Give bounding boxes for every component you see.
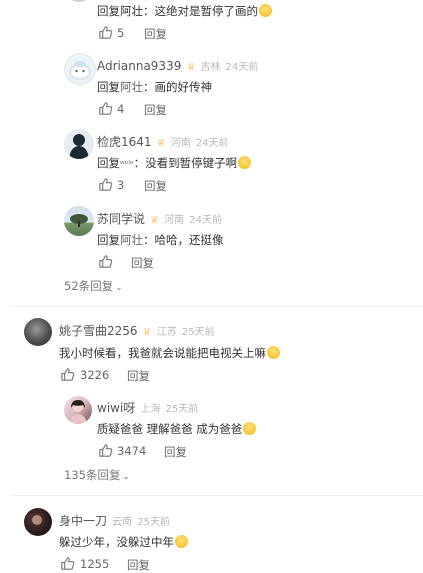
timestamp: 25天前 [165,404,199,415]
timestamp: 24天前 [195,138,229,149]
grin-emoji-icon [259,4,272,17]
reply-text: 回复阿壮：这绝对是暂停了画的 [97,3,272,19]
avatar[interactable] [64,396,92,424]
like-icon[interactable] [60,367,75,382]
location: 河南 [164,215,185,226]
reply-button[interactable]: 回复 [127,368,150,384]
like-count: 3 [117,178,125,192]
more-replies-link[interactable]: 135条回复 ⌄ [64,467,130,483]
vip-badge-icon: ♕ [150,215,160,226]
avatar[interactable] [64,0,94,2]
like-count: 3474 [117,444,147,458]
timestamp: 25天前 [137,517,170,528]
location: 吉林 [200,62,221,73]
mention-link[interactable]: 阿壮 [120,80,143,94]
reply-button[interactable]: 回复 [127,557,150,573]
divider [10,306,423,307]
location: 江苏 [156,327,177,338]
reply-text: 质疑爸爸 理解爸爸 成为爸爸 [97,421,257,437]
reply-text: 回复阿壮：哈哈，还挺像 [97,233,224,247]
reply-header: 检虎1641 ♕ 河南 24天前 [97,131,229,150]
location: 河南 [170,138,191,149]
avatar[interactable] [64,53,96,85]
username[interactable]: 检虎1641 [97,135,152,149]
comment-header: 姚子雪曲2256 ♕ 江苏 25天前 [59,320,215,339]
reply-text: 回复阿壮：画的好传神 [97,80,212,94]
reply-button[interactable]: 回复 [144,26,167,42]
reply-text: 回复ʷᵒˡᵒ：没看到暂停键子啊 [97,155,252,171]
like-count: 5 [117,26,125,40]
location: 上海 [140,404,161,415]
like-count: 3226 [80,368,110,382]
username[interactable]: wiwi呀 [97,401,135,415]
chevron-down-icon: ⌄ [122,472,130,482]
like-count: 4 [117,102,125,116]
reply-header: wiwi呀 上海 25天前 [97,397,198,416]
avatar[interactable] [64,129,94,159]
comment-header: 身中一刀 云南 25天前 [59,510,170,529]
laugh-emoji-icon [243,422,257,435]
like-icon[interactable] [98,254,113,269]
comment-text: 我小时候看，我爸就会说能把电视关上嘛 [59,345,280,361]
username[interactable]: 苏同学说 [97,212,145,226]
reply-button[interactable]: 回复 [144,178,167,194]
like-icon[interactable] [98,101,113,116]
username[interactable]: 身中一刀 [59,514,107,528]
reply-button[interactable]: 回复 [144,102,167,118]
divider [10,495,423,496]
comment-text: 躲过少年，没躲过中年 [59,534,188,550]
laugh-emoji-icon [267,346,280,359]
timestamp: 25天前 [181,327,215,338]
vip-badge-icon: ♕ [156,138,166,149]
username[interactable]: Adrianna9339 [97,59,181,73]
chevron-down-icon: ⌄ [115,283,123,293]
username[interactable]: 姚子雪曲2256 [59,324,138,338]
reply-button[interactable]: 回复 [131,255,154,271]
mention-link[interactable]: 阿壮 [120,233,143,247]
vip-badge-icon: ♕ [142,327,152,338]
location: 云南 [112,517,133,528]
reply-header: Adrianna9339 ♕ 吉林 24天前 [97,55,258,74]
reply-button[interactable]: 回复 [164,444,187,460]
reply-header: 苏同学说 ♕ 河南 24天前 [97,208,222,227]
like-count: 1255 [80,557,110,571]
laugh-emoji-icon [238,156,252,169]
timestamp: 24天前 [189,215,222,226]
like-icon[interactable] [60,556,75,571]
like-icon[interactable] [98,177,113,192]
like-icon[interactable] [98,443,113,458]
vip-badge-icon: ♕ [186,62,196,73]
laugh-emoji-icon [175,535,188,548]
timestamp: 24天前 [225,62,259,73]
avatar[interactable] [64,206,94,236]
like-icon[interactable] [98,25,113,40]
avatar[interactable] [24,508,52,536]
avatar[interactable] [24,318,52,346]
mention-link[interactable]: ʷᵒˡᵒ [120,160,134,170]
more-replies-link[interactable]: 52条回复 ⌄ [64,278,123,294]
